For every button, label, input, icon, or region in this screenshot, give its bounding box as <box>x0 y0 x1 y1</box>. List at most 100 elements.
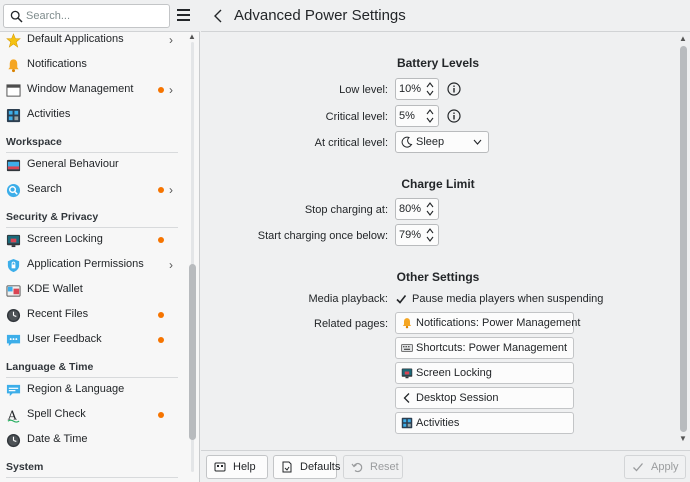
info-icon[interactable] <box>447 82 461 96</box>
help-button[interactable]: Help <box>206 455 268 479</box>
spin-arrows-icon[interactable] <box>425 107 435 125</box>
sidebar-item-label: Default Applications <box>27 33 124 45</box>
content-scrollbar[interactable]: ▲ ▼ <box>677 32 690 450</box>
pause-media-checkbox-label: Pause media players when suspending <box>412 293 604 305</box>
section-header-system: System <box>0 453 186 478</box>
feedback-icon <box>6 334 21 347</box>
sidebar-item-label: Window Management <box>27 83 134 95</box>
scrollbar-thumb[interactable] <box>189 264 196 440</box>
section-title: Security & Privacy <box>6 211 99 223</box>
sidebar-item-label: General Behaviour <box>27 158 119 170</box>
chevron-down-icon <box>473 139 482 145</box>
defaults-button[interactable]: Defaults <box>273 455 340 479</box>
sidebar-item-default-applications[interactable]: Default Applications › <box>0 28 186 53</box>
sidebar-item-window-management[interactable]: Window Management › <box>0 78 186 103</box>
apply-button[interactable]: Apply <box>624 455 686 479</box>
start-charging-label: Start charging once below: <box>257 230 388 242</box>
sidebar-nav: Default Applications › Notifications Win… <box>0 28 186 478</box>
sidebar-item-notifications[interactable]: Notifications <box>0 53 186 78</box>
scrollbar-thumb[interactable] <box>680 46 687 432</box>
related-page-shortcuts-button[interactable]: Shortcuts: Power Management <box>395 337 574 359</box>
related-page-screen-locking-button[interactable]: Screen Locking <box>395 362 574 384</box>
sidebar-scrollbar[interactable]: ▲ ▼ <box>187 32 197 482</box>
checkmark-icon <box>633 463 643 472</box>
sidebar-item-label: Date & Time <box>27 433 88 445</box>
modified-dot <box>158 412 164 418</box>
scroll-up-arrow-icon[interactable]: ▲ <box>679 34 687 43</box>
search-input[interactable] <box>26 7 166 25</box>
critical-action-dropdown[interactable]: Sleep <box>395 131 489 153</box>
battery-levels-title: Battery Levels <box>396 56 480 70</box>
magnifier-icon <box>6 183 21 198</box>
back-arrow-icon[interactable] <box>210 6 226 26</box>
clock-icon <box>6 433 21 448</box>
sidebar-item-search[interactable]: Search › <box>0 178 186 203</box>
modified-dot <box>158 337 164 343</box>
related-page-notifications-button[interactable]: Notifications: Power Management <box>395 312 580 334</box>
sidebar-item-label: Application Permissions <box>27 258 144 270</box>
stop-charging-input[interactable] <box>399 202 425 216</box>
chevron-right-icon: › <box>169 33 173 47</box>
reset-button[interactable]: Reset <box>343 455 403 479</box>
activities-icon <box>401 417 413 429</box>
sidebar-item-label: Search <box>27 183 62 195</box>
shield-icon <box>7 258 20 273</box>
bell-icon <box>8 59 19 73</box>
section-header-security-privacy: Security & Privacy <box>0 203 186 228</box>
related-page-label: Screen Locking <box>416 367 492 379</box>
sidebar-item-activities[interactable]: Activities <box>0 103 186 128</box>
section-header-workspace: Workspace <box>0 128 186 153</box>
clock-icon <box>6 308 21 323</box>
spin-arrows-icon[interactable] <box>425 200 435 218</box>
scroll-up-arrow-icon[interactable]: ▲ <box>188 32 196 41</box>
keyboard-icon <box>401 344 413 352</box>
modified-dot <box>158 312 164 318</box>
charge-limit-title: Charge Limit <box>401 177 475 191</box>
related-pages-label: Related pages: <box>314 318 388 330</box>
section-title: System <box>6 461 44 473</box>
sidebar-item-application-permissions[interactable]: Application Permissions › <box>0 253 186 278</box>
search-field[interactable] <box>3 4 170 28</box>
related-page-label: Shortcuts: Power Management <box>416 342 568 354</box>
related-page-label: Activities <box>416 417 460 429</box>
sidebar-item-screen-locking[interactable]: Screen Locking <box>0 228 186 253</box>
hamburger-menu-icon[interactable] <box>177 9 190 21</box>
sidebar-item-spell-check[interactable]: A Spell Check <box>0 403 186 428</box>
checkmark-icon[interactable] <box>395 293 407 305</box>
scroll-down-arrow-icon[interactable]: ▼ <box>679 434 687 443</box>
spin-arrows-icon[interactable] <box>425 226 435 244</box>
sidebar-item-general-behaviour[interactable]: General Behaviour <box>0 153 186 178</box>
critical-level-input[interactable] <box>399 109 425 123</box>
document-defaults-icon <box>282 461 292 473</box>
page-header: Advanced Power Settings <box>201 0 690 32</box>
speech-bubble-icon <box>6 384 21 397</box>
moon-icon <box>401 136 413 148</box>
sidebar-item-label: Screen Locking <box>27 233 103 245</box>
media-playback-label: Media playback: <box>308 293 389 305</box>
info-icon[interactable] <box>447 109 461 123</box>
sidebar-item-user-feedback[interactable]: User Feedback <box>0 328 186 353</box>
low-level-spinbox[interactable] <box>395 78 439 100</box>
stop-charging-spinbox[interactable] <box>395 198 439 220</box>
chevron-right-icon: › <box>169 83 173 97</box>
critical-level-spinbox[interactable] <box>395 105 439 127</box>
related-page-activities-button[interactable]: Activities <box>395 412 574 434</box>
sidebar-item-label: User Feedback <box>27 333 102 345</box>
sidebar-item-label: KDE Wallet <box>27 283 83 295</box>
chevron-left-icon <box>403 393 410 403</box>
sidebar-item-recent-files[interactable]: Recent Files <box>0 303 186 328</box>
sidebar-item-label: Spell Check <box>27 408 86 420</box>
spin-arrows-icon[interactable] <box>425 80 435 98</box>
low-level-input[interactable] <box>399 82 425 96</box>
search-icon <box>10 10 23 23</box>
window-icon <box>6 84 21 97</box>
sidebar-item-region-language[interactable]: Region & Language <box>0 378 186 403</box>
start-charging-spinbox[interactable] <box>395 224 439 246</box>
chevron-right-icon: › <box>169 258 173 272</box>
related-page-desktop-session-button[interactable]: Desktop Session <box>395 387 574 409</box>
start-charging-input[interactable] <box>399 228 425 242</box>
low-level-label: Low level: <box>339 84 388 96</box>
sidebar-item-date-time[interactable]: Date & Time <box>0 428 186 453</box>
reset-button-label: Reset <box>370 461 399 473</box>
sidebar-item-kde-wallet[interactable]: KDE Wallet <box>0 278 186 303</box>
